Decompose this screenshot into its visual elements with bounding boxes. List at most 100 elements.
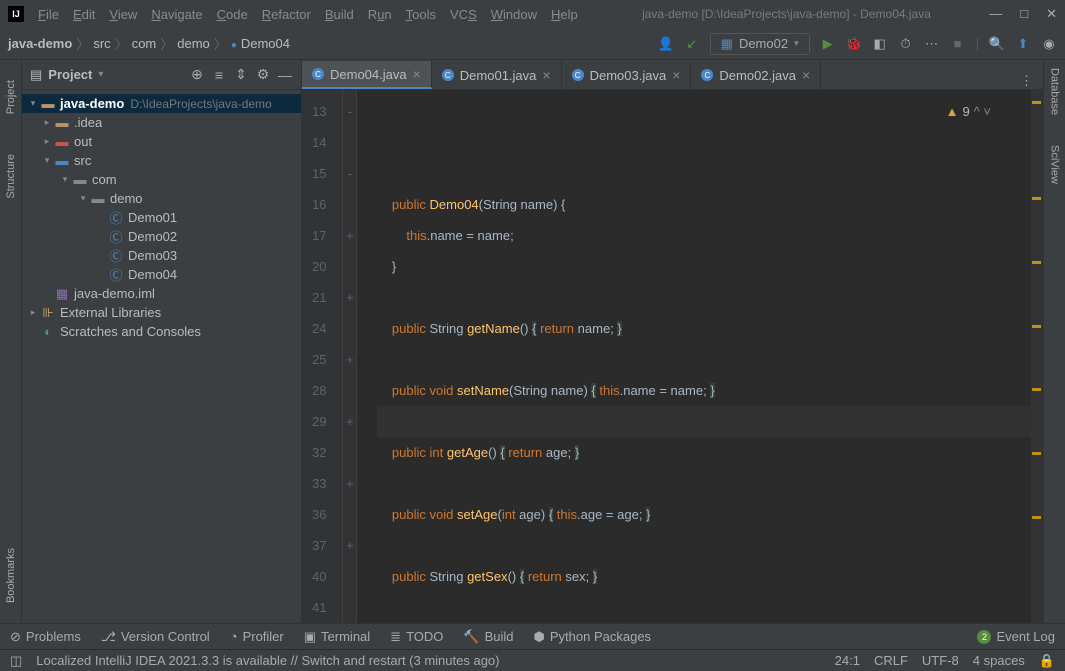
terminal-tool-button[interactable]: ▣Terminal [304,629,370,645]
tool-window-toggle-icon[interactable]: ◫ [10,653,22,669]
code-text[interactable]: ▲9 ^ ˅ public Demo04(String name) { this… [357,90,1031,623]
vcs-tool-button[interactable]: ⎇Version Control [101,629,210,645]
tree-folder-src[interactable]: ▾▬src [22,151,301,170]
menu-vcs[interactable]: VCS [444,5,483,24]
structure-tool-button[interactable]: Structure [5,154,17,199]
tree-external-libraries[interactable]: ▸⊪External Libraries [22,303,301,322]
left-tool-gutter: Project Structure Bookmarks [0,60,22,623]
tree-folder-out[interactable]: ▸▬out [22,132,301,151]
error-stripe[interactable] [1031,90,1043,623]
project-tree[interactable]: ▾▬java-demoD:\IdeaProjects\java-demo ▸▬.… [22,90,301,623]
window-title: java-demo [D:\IdeaProjects\java-demo] - … [584,7,989,21]
locate-icon[interactable]: ⊕ [189,67,205,83]
build-tool-button[interactable]: 🔨Build [463,629,513,645]
menu-window[interactable]: Window [485,5,543,24]
tree-file-iml[interactable]: ▦java-demo.iml [22,284,301,303]
chevron-down-icon[interactable]: ▾ [98,69,103,80]
project-panel: ▤ Project ▾ ⊕ ≡ ⇕ ⚙ — ▾▬java-demoD:\Idea… [22,60,302,623]
breadcrumb-item[interactable]: src [93,36,110,51]
sciview-tool-button[interactable]: SciView [1049,145,1061,184]
tree-file-demo01[interactable]: ⒸDemo01 [22,208,301,227]
profiler-tool-button[interactable]: ◔Profiler [230,629,284,644]
menu-help[interactable]: Help [545,5,584,24]
ide-icon[interactable]: ◉ [1041,36,1057,52]
tab-demo03[interactable]: CDemo03.java× [562,61,692,89]
close-tab-icon[interactable]: × [413,66,421,82]
hide-panel-icon[interactable]: — [277,67,293,83]
code-area[interactable]: 1314151617202124252829323336374041 --+++… [302,90,1043,623]
expand-all-icon[interactable]: ≡ [211,67,227,83]
problems-tool-button[interactable]: ⊘Problems [10,629,81,645]
run-icon[interactable]: ▶ [820,36,836,52]
breadcrumb-class[interactable]: Demo04 [231,36,290,51]
tree-file-demo03[interactable]: ⒸDemo03 [22,246,301,265]
inspection-badge[interactable]: ▲9 ^ ˅ [946,96,991,127]
tree-folder-demo[interactable]: ▾▬demo [22,189,301,208]
bookmarks-tool-button[interactable]: Bookmarks [5,548,17,603]
tab-demo02[interactable]: CDemo02.java× [691,61,821,89]
indent-setting[interactable]: 4 spaces [973,653,1025,668]
search-icon[interactable]: 🔍 [989,36,1005,52]
fold-gutter[interactable]: --++++++ [343,90,357,623]
tree-scratches[interactable]: ◐Scratches and Consoles [22,322,301,341]
cursor-position[interactable]: 24:1 [835,653,860,668]
tab-demo01[interactable]: CDemo01.java× [432,61,562,89]
project-tool-button[interactable]: Project [5,80,17,114]
tree-project-root[interactable]: ▾▬java-demoD:\IdeaProjects\java-demo [22,94,301,113]
project-panel-title[interactable]: Project [48,67,92,82]
tree-folder-com[interactable]: ▾▬com [22,170,301,189]
problems-icon: ⊘ [10,629,21,645]
tree-file-demo04[interactable]: ⒸDemo04 [22,265,301,284]
editor-tabs: CDemo04.java× CDemo01.java× CDemo03.java… [302,60,1043,90]
menu-build[interactable]: Build [319,5,360,24]
app-logo-icon: IJ [8,6,24,22]
menu-edit[interactable]: Edit [67,5,101,24]
warning-icon: ▲ [946,96,959,127]
close-tab-icon[interactable]: × [542,67,550,83]
python-packages-tool-button[interactable]: ⬢Python Packages [534,629,652,645]
close-tab-icon[interactable]: × [802,67,810,83]
close-icon[interactable]: ✕ [1046,6,1057,22]
sync-icon[interactable]: ↙ [684,36,700,52]
menu-navigate[interactable]: Navigate [145,5,208,24]
database-tool-button[interactable]: Database [1049,68,1061,115]
editor: CDemo04.java× CDemo01.java× CDemo03.java… [302,60,1043,623]
profile-icon[interactable]: ⏱ [898,36,914,52]
close-tab-icon[interactable]: × [672,67,680,83]
maximize-icon[interactable]: □ [1020,6,1028,22]
profiler-icon: ◔ [230,629,238,644]
menu-view[interactable]: View [103,5,143,24]
file-encoding[interactable]: UTF-8 [922,653,959,668]
menu-code[interactable]: Code [211,5,254,24]
status-bar: ◫ Localized IntelliJ IDEA 2021.3.3 is av… [0,649,1065,671]
titlebar: IJ File Edit View Navigate Code Refactor… [0,0,1065,28]
add-user-icon[interactable]: 👤 [658,36,674,52]
readonly-toggle-icon[interactable]: 🔒 [1039,653,1055,669]
update-icon[interactable]: ⬆ [1015,36,1031,52]
tree-folder-idea[interactable]: ▸▬.idea [22,113,301,132]
stop-icon[interactable]: ■ [950,36,966,52]
menu-file[interactable]: File [32,5,65,24]
minimize-icon[interactable]: — [989,6,1002,22]
menu-run[interactable]: Run [362,5,398,24]
todo-tool-button[interactable]: ≣TODO [390,629,443,645]
breadcrumb-item[interactable]: java-demo [8,36,72,51]
debug-icon[interactable]: 🐞 [846,36,862,52]
coverage-icon[interactable]: ◧ [872,36,888,52]
right-tool-gutter: Database SciView [1043,60,1065,623]
menu-refactor[interactable]: Refactor [256,5,317,24]
run-config-dropdown[interactable]: ▦Demo02▾ [710,33,810,55]
gear-icon[interactable]: ⚙ [255,67,271,83]
line-separator[interactable]: CRLF [874,653,908,668]
tab-demo04[interactable]: CDemo04.java× [302,61,432,89]
breadcrumb-item[interactable]: demo [177,36,210,51]
python-icon: ⬢ [534,629,545,645]
tabs-more-icon[interactable]: ⋮ [1010,73,1043,89]
collapse-all-icon[interactable]: ⇕ [233,67,249,83]
tree-file-demo02[interactable]: ⒸDemo02 [22,227,301,246]
breadcrumb-item[interactable]: com [132,36,157,51]
status-message[interactable]: Localized IntelliJ IDEA 2021.3.3 is avai… [36,653,820,668]
menu-tools[interactable]: Tools [400,5,442,24]
more-run-icon[interactable]: ⋯ [924,36,940,52]
event-log-tool-button[interactable]: 2Event Log [977,629,1055,644]
